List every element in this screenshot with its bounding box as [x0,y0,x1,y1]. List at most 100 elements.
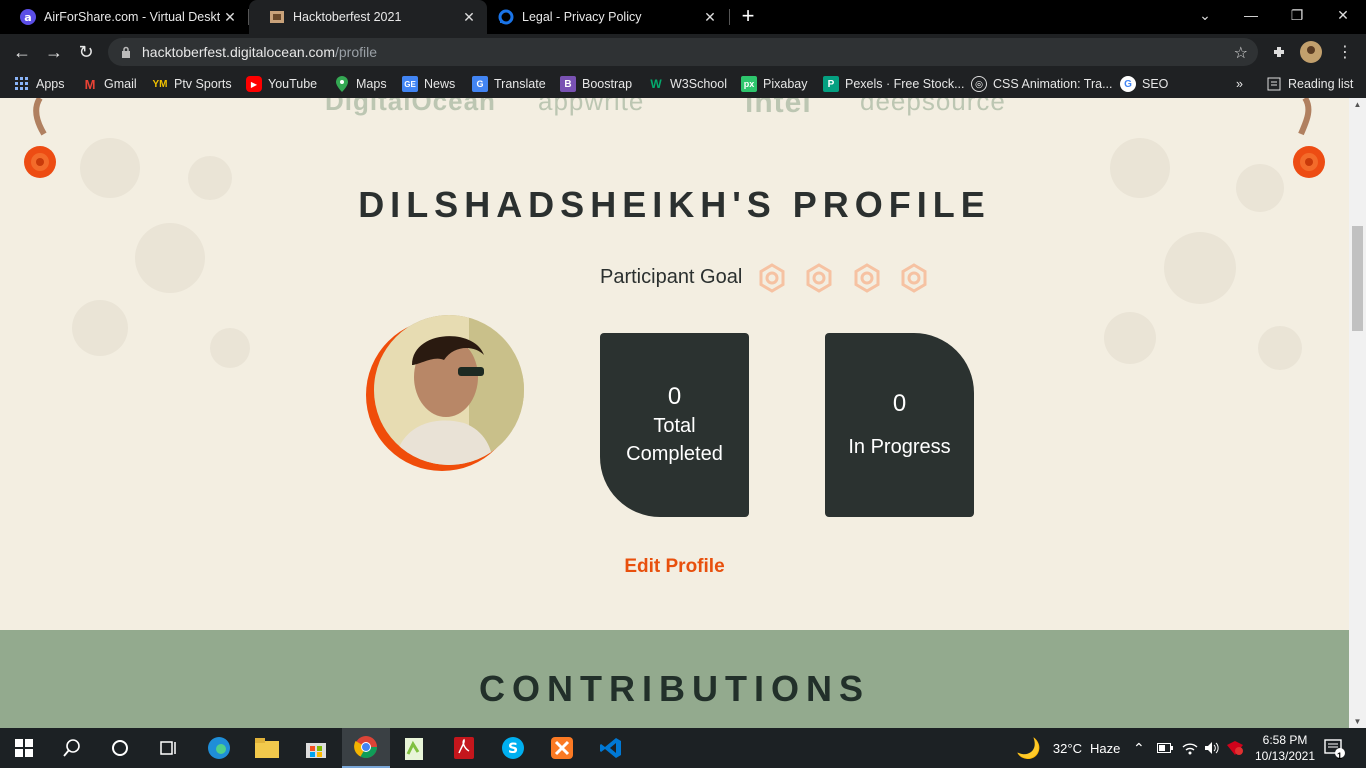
bookmark-pexels[interactable]: P Pexels · Free Stock... [823,75,964,93]
sponsor-intel[interactable]: intel [745,98,812,120]
weather-widget[interactable]: 🌙 32°C Haze [1016,728,1120,768]
extensions-puzzle-icon[interactable] [1268,41,1290,63]
scroll-down-arrow-icon[interactable]: ▼ [1353,717,1362,726]
bookmark-w3school[interactable]: W W3School [648,75,727,93]
bookmark-bootstrap[interactable]: B Boostrap [560,75,632,93]
lock-icon [122,46,130,58]
in-progress-label: In Progress [848,436,951,458]
bookmark-seo[interactable]: G SEO [1120,75,1168,93]
completed-label-line2: Completed [626,443,723,465]
contributions-title: CONTRIBUTIONS [479,668,870,709]
goal-gear-icon [759,263,785,293]
edit-profile-link[interactable]: Edit Profile [0,556,1349,578]
notepad-plus-plus-icon[interactable] [390,728,438,768]
bookmark-gmail[interactable]: M Gmail [82,75,137,93]
profile-avatar-icon[interactable] [1300,41,1322,63]
sponsor-appwrite[interactable]: appwrite [538,98,644,117]
bookmark-apps[interactable]: Apps [14,75,65,93]
battery-icon[interactable] [1157,728,1173,768]
file-explorer-icon[interactable] [243,728,291,768]
new-tab-button[interactable]: + [736,5,760,29]
task-view-icon[interactable] [144,728,192,768]
reading-list-label: Reading list [1288,77,1354,91]
reading-list-button[interactable]: Reading list [1266,75,1353,93]
translate-icon: G [472,76,488,92]
css-animation-icon: ◎ [971,76,987,92]
windows-start-icon[interactable] [0,728,48,768]
wifi-icon[interactable] [1182,728,1198,768]
close-window-button[interactable]: ✕ [1320,0,1366,30]
bookmarks-overflow-chevron[interactable]: » [1236,75,1243,93]
scrollbar-thumb[interactable] [1352,226,1363,331]
address-bar[interactable]: hacktoberfest.digitalocean.com/profile ☆ [108,38,1258,66]
acrobat-reader-icon[interactable] [440,728,488,768]
hacktoberfest-icon [269,9,285,25]
antivirus-icon[interactable] [1226,728,1244,768]
back-arrow-icon[interactable]: ← [8,38,36,66]
show-hidden-icons-chevron[interactable]: ⌃ [1133,728,1145,768]
bookmark-label: W3School [670,77,727,91]
xampp-icon[interactable] [538,728,586,768]
reload-icon[interactable]: ↻ [72,38,100,66]
close-tab-icon[interactable]: ✕ [700,9,720,26]
tab-search-icon[interactable]: ⌄ [1182,0,1228,30]
volume-icon[interactable] [1204,728,1220,768]
bookmark-pixabay[interactable]: px Pixabay [741,75,807,93]
minimize-button[interactable]: — [1228,0,1274,30]
edge-icon[interactable] [195,728,243,768]
tab-title: Legal - Privacy Policy [522,10,642,24]
chrome-icon[interactable] [342,728,390,768]
bookmark-star-icon[interactable]: ☆ [1234,43,1248,63]
in-progress-card: 0 In Progress [825,333,974,517]
bookmark-label: CSS Animation: Tra... [993,77,1113,91]
skype-icon[interactable]: S [489,728,537,768]
bookmark-label: YouTube [268,77,318,91]
close-tab-icon[interactable]: ✕ [220,9,240,26]
contributions-section: CONTRIBUTIONS [0,630,1349,728]
participant-goal-label: Participant Goal [600,266,743,288]
bookmark-youtube[interactable]: ▶ YouTube [246,75,317,93]
bookmark-label: Apps [36,77,65,91]
profile-title: DILSHADSHEIKH'S PROFILE [358,184,991,225]
page-scrollbar[interactable]: ▲ ▼ [1349,98,1366,728]
google-news-icon: GE [402,76,418,92]
bookmark-label: Translate [494,77,546,91]
weather-temperature: 32°C [1052,740,1082,756]
notification-center-icon[interactable]: 1 [1324,728,1346,768]
bookmark-label: Ptv Sports [174,77,232,91]
search-icon[interactable] [48,728,96,768]
bookmark-label: Boostrap [582,77,633,91]
sponsor-digitalocean[interactable]: DigitalOcean [325,98,496,117]
cortana-icon[interactable] [96,728,144,768]
total-completed-card: 0 Total Completed [600,333,749,517]
bookmark-translate[interactable]: G Translate [472,75,546,93]
bookmark-maps[interactable]: Maps [334,75,387,93]
notification-count: 1 [1337,751,1343,761]
background-floral-right [1104,138,1302,370]
digitalocean-icon [498,9,514,25]
tab-hacktoberfest[interactable]: Hacktoberfest 2021 ✕ [249,0,487,34]
bookmark-news[interactable]: GE News [402,75,455,93]
tab-legal-privacy[interactable]: Legal - Privacy Policy ✕ [488,0,728,34]
sponsor-deepsource[interactable]: deepsource [860,98,1006,117]
svg-text:S: S [508,741,518,757]
vscode-icon[interactable] [587,728,635,768]
bookmark-ptv-sports[interactable]: YM Ptv Sports [152,75,232,93]
bookmark-css-animation[interactable]: ◎ CSS Animation: Tra... [971,75,1113,93]
pexels-icon: P [823,76,839,92]
google-icon: G [1120,76,1136,92]
menu-kebab-icon[interactable]: ⋮ [1334,41,1356,63]
microsoft-store-icon[interactable] [292,728,340,768]
system-clock[interactable]: 6:58 PM 10/13/2021 [1246,732,1324,764]
bookmark-label: SEO [1142,77,1169,91]
tab-title: Hacktoberfest 2021 [293,10,402,24]
scroll-up-arrow-icon[interactable]: ▲ [1353,100,1362,109]
page-content: DigitalOcean appwrite intel deepsource D… [0,98,1349,728]
completed-count: 0 [667,383,682,410]
close-tab-icon[interactable]: ✕ [459,9,479,26]
forward-arrow-icon[interactable]: → [40,38,68,66]
restore-button[interactable]: ❐ [1274,0,1320,30]
browser-toolbar: ← → ↻ hacktoberfest.digitalocean.com/pro… [0,34,1366,70]
goal-gear-icon [901,263,927,293]
tab-airforshare[interactable]: a AirForShare.com - Virtual Deskto ✕ [0,0,248,34]
